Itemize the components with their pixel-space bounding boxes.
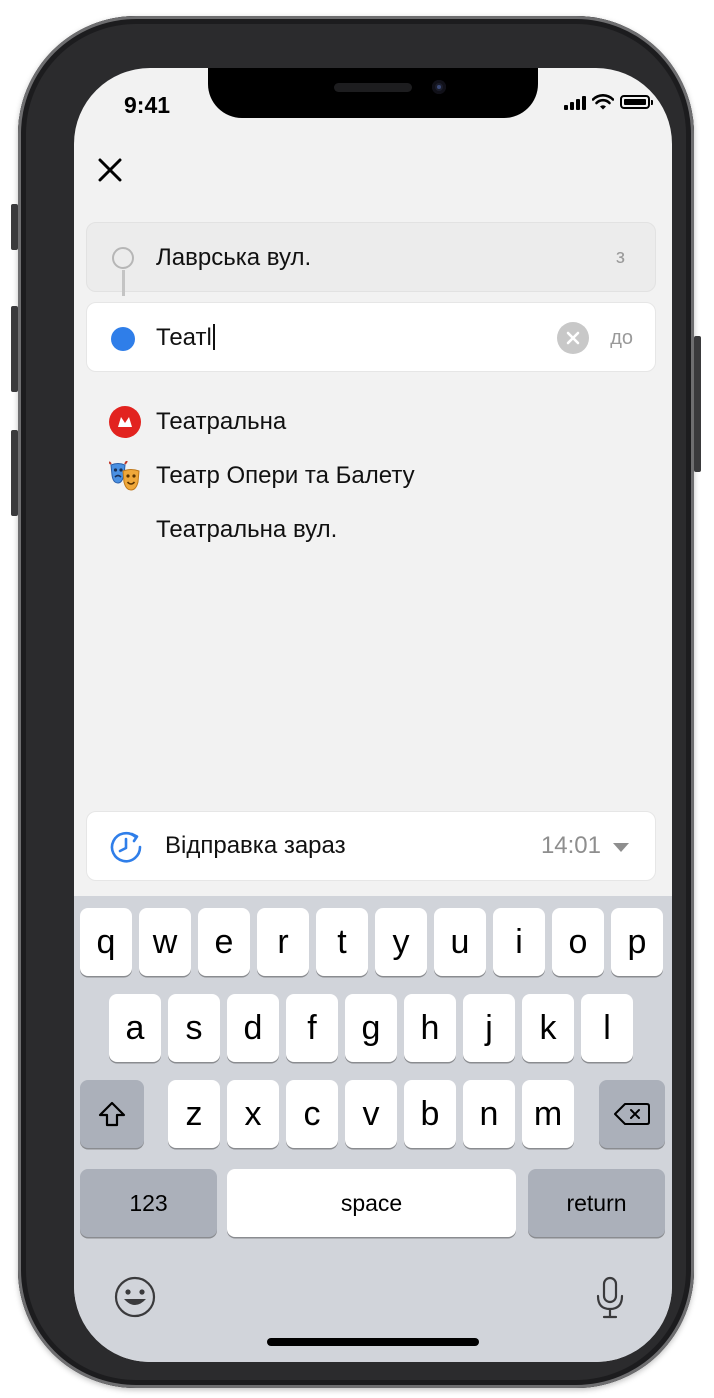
backspace-icon: [614, 1103, 650, 1125]
key-e[interactable]: e: [198, 908, 250, 976]
key-l[interactable]: l: [581, 994, 633, 1062]
keyboard: q w e r t y u i o p a s d f g h j k l z …: [74, 896, 672, 1362]
departure-time: 14:01: [540, 832, 601, 859]
metro-icon: [109, 406, 141, 438]
to-field-value: Театl: [156, 324, 212, 351]
close-button[interactable]: [94, 154, 126, 186]
key-a[interactable]: a: [109, 994, 161, 1062]
key-j[interactable]: j: [463, 994, 515, 1062]
emoji-icon[interactable]: [114, 1276, 156, 1318]
key-w[interactable]: w: [139, 908, 191, 976]
clear-icon: [566, 331, 580, 345]
microphone-icon[interactable]: [595, 1276, 625, 1320]
side-button: [11, 204, 18, 250]
key-x[interactable]: x: [227, 1080, 279, 1148]
route-connector-grey: [122, 270, 125, 296]
suggestion-label: Театральна вул.: [156, 516, 338, 543]
destination-dot-icon: [111, 327, 135, 351]
status-time: 9:41: [124, 92, 171, 118]
from-tag: з: [615, 246, 625, 268]
to-field[interactable]: Театl до: [86, 302, 656, 372]
key-d[interactable]: d: [227, 994, 279, 1062]
departure-selector[interactable]: Відправка зараз 14:01: [86, 811, 656, 881]
signal-icon: [564, 95, 586, 110]
clear-button[interactable]: [557, 322, 589, 354]
origin-circle-icon: [112, 247, 134, 269]
backspace-key[interactable]: [599, 1080, 665, 1148]
key-z[interactable]: z: [168, 1080, 220, 1148]
key-o[interactable]: o: [552, 908, 604, 976]
space-key[interactable]: space: [227, 1169, 516, 1237]
status-icons: [564, 94, 653, 110]
key-i[interactable]: i: [493, 908, 545, 976]
close-icon: [98, 158, 122, 182]
suggestion-item[interactable]: Театр Опери та Балету: [74, 452, 672, 500]
key-r[interactable]: r: [257, 908, 309, 976]
key-h[interactable]: h: [404, 994, 456, 1062]
shift-icon: [98, 1101, 126, 1127]
from-field[interactable]: Лаврська вул. з: [86, 222, 656, 292]
key-v[interactable]: v: [345, 1080, 397, 1148]
text-caret: [212, 324, 215, 351]
theatre-masks-icon: [109, 461, 140, 491]
suggestion-item[interactable]: Театральна: [74, 398, 672, 446]
to-field-input-area[interactable]: Театl: [156, 323, 215, 353]
key-m[interactable]: m: [522, 1080, 574, 1148]
numbers-key[interactable]: 123: [80, 1169, 217, 1237]
key-t[interactable]: t: [316, 908, 368, 976]
chevron-down-icon: [613, 843, 629, 852]
home-indicator[interactable]: [267, 1338, 479, 1346]
suggestion-label: Театр Опери та Балету: [156, 462, 415, 489]
power-button: [694, 336, 701, 472]
volume-down-button: [11, 430, 18, 516]
return-key[interactable]: return: [528, 1169, 665, 1237]
from-field-value: Лаврська вул.: [156, 244, 312, 271]
wifi-icon: [592, 94, 614, 110]
shift-key[interactable]: [80, 1080, 144, 1148]
battery-icon: [620, 95, 653, 109]
phone-frame: 9:41 Лаврська вул. з Театl до Театральна…: [11, 16, 701, 1388]
key-s[interactable]: s: [168, 994, 220, 1062]
suggestion-label: Театральна: [156, 408, 287, 435]
key-k[interactable]: k: [522, 994, 574, 1062]
screen: 9:41 Лаврська вул. з Театl до Театральна…: [74, 68, 672, 1362]
key-c[interactable]: c: [286, 1080, 338, 1148]
to-tag: до: [610, 327, 633, 349]
key-g[interactable]: g: [345, 994, 397, 1062]
key-u[interactable]: u: [434, 908, 486, 976]
suggestion-item[interactable]: Театральна вул.: [74, 506, 672, 554]
key-y[interactable]: y: [375, 908, 427, 976]
key-p[interactable]: p: [611, 908, 663, 976]
front-camera: [432, 80, 446, 94]
key-n[interactable]: n: [463, 1080, 515, 1148]
volume-up-button: [11, 306, 18, 392]
clock-icon: [110, 831, 142, 863]
key-b[interactable]: b: [404, 1080, 456, 1148]
notch: [208, 68, 538, 118]
speaker: [334, 83, 412, 92]
key-f[interactable]: f: [286, 994, 338, 1062]
departure-label: Відправка зараз: [165, 832, 346, 859]
key-q[interactable]: q: [80, 908, 132, 976]
